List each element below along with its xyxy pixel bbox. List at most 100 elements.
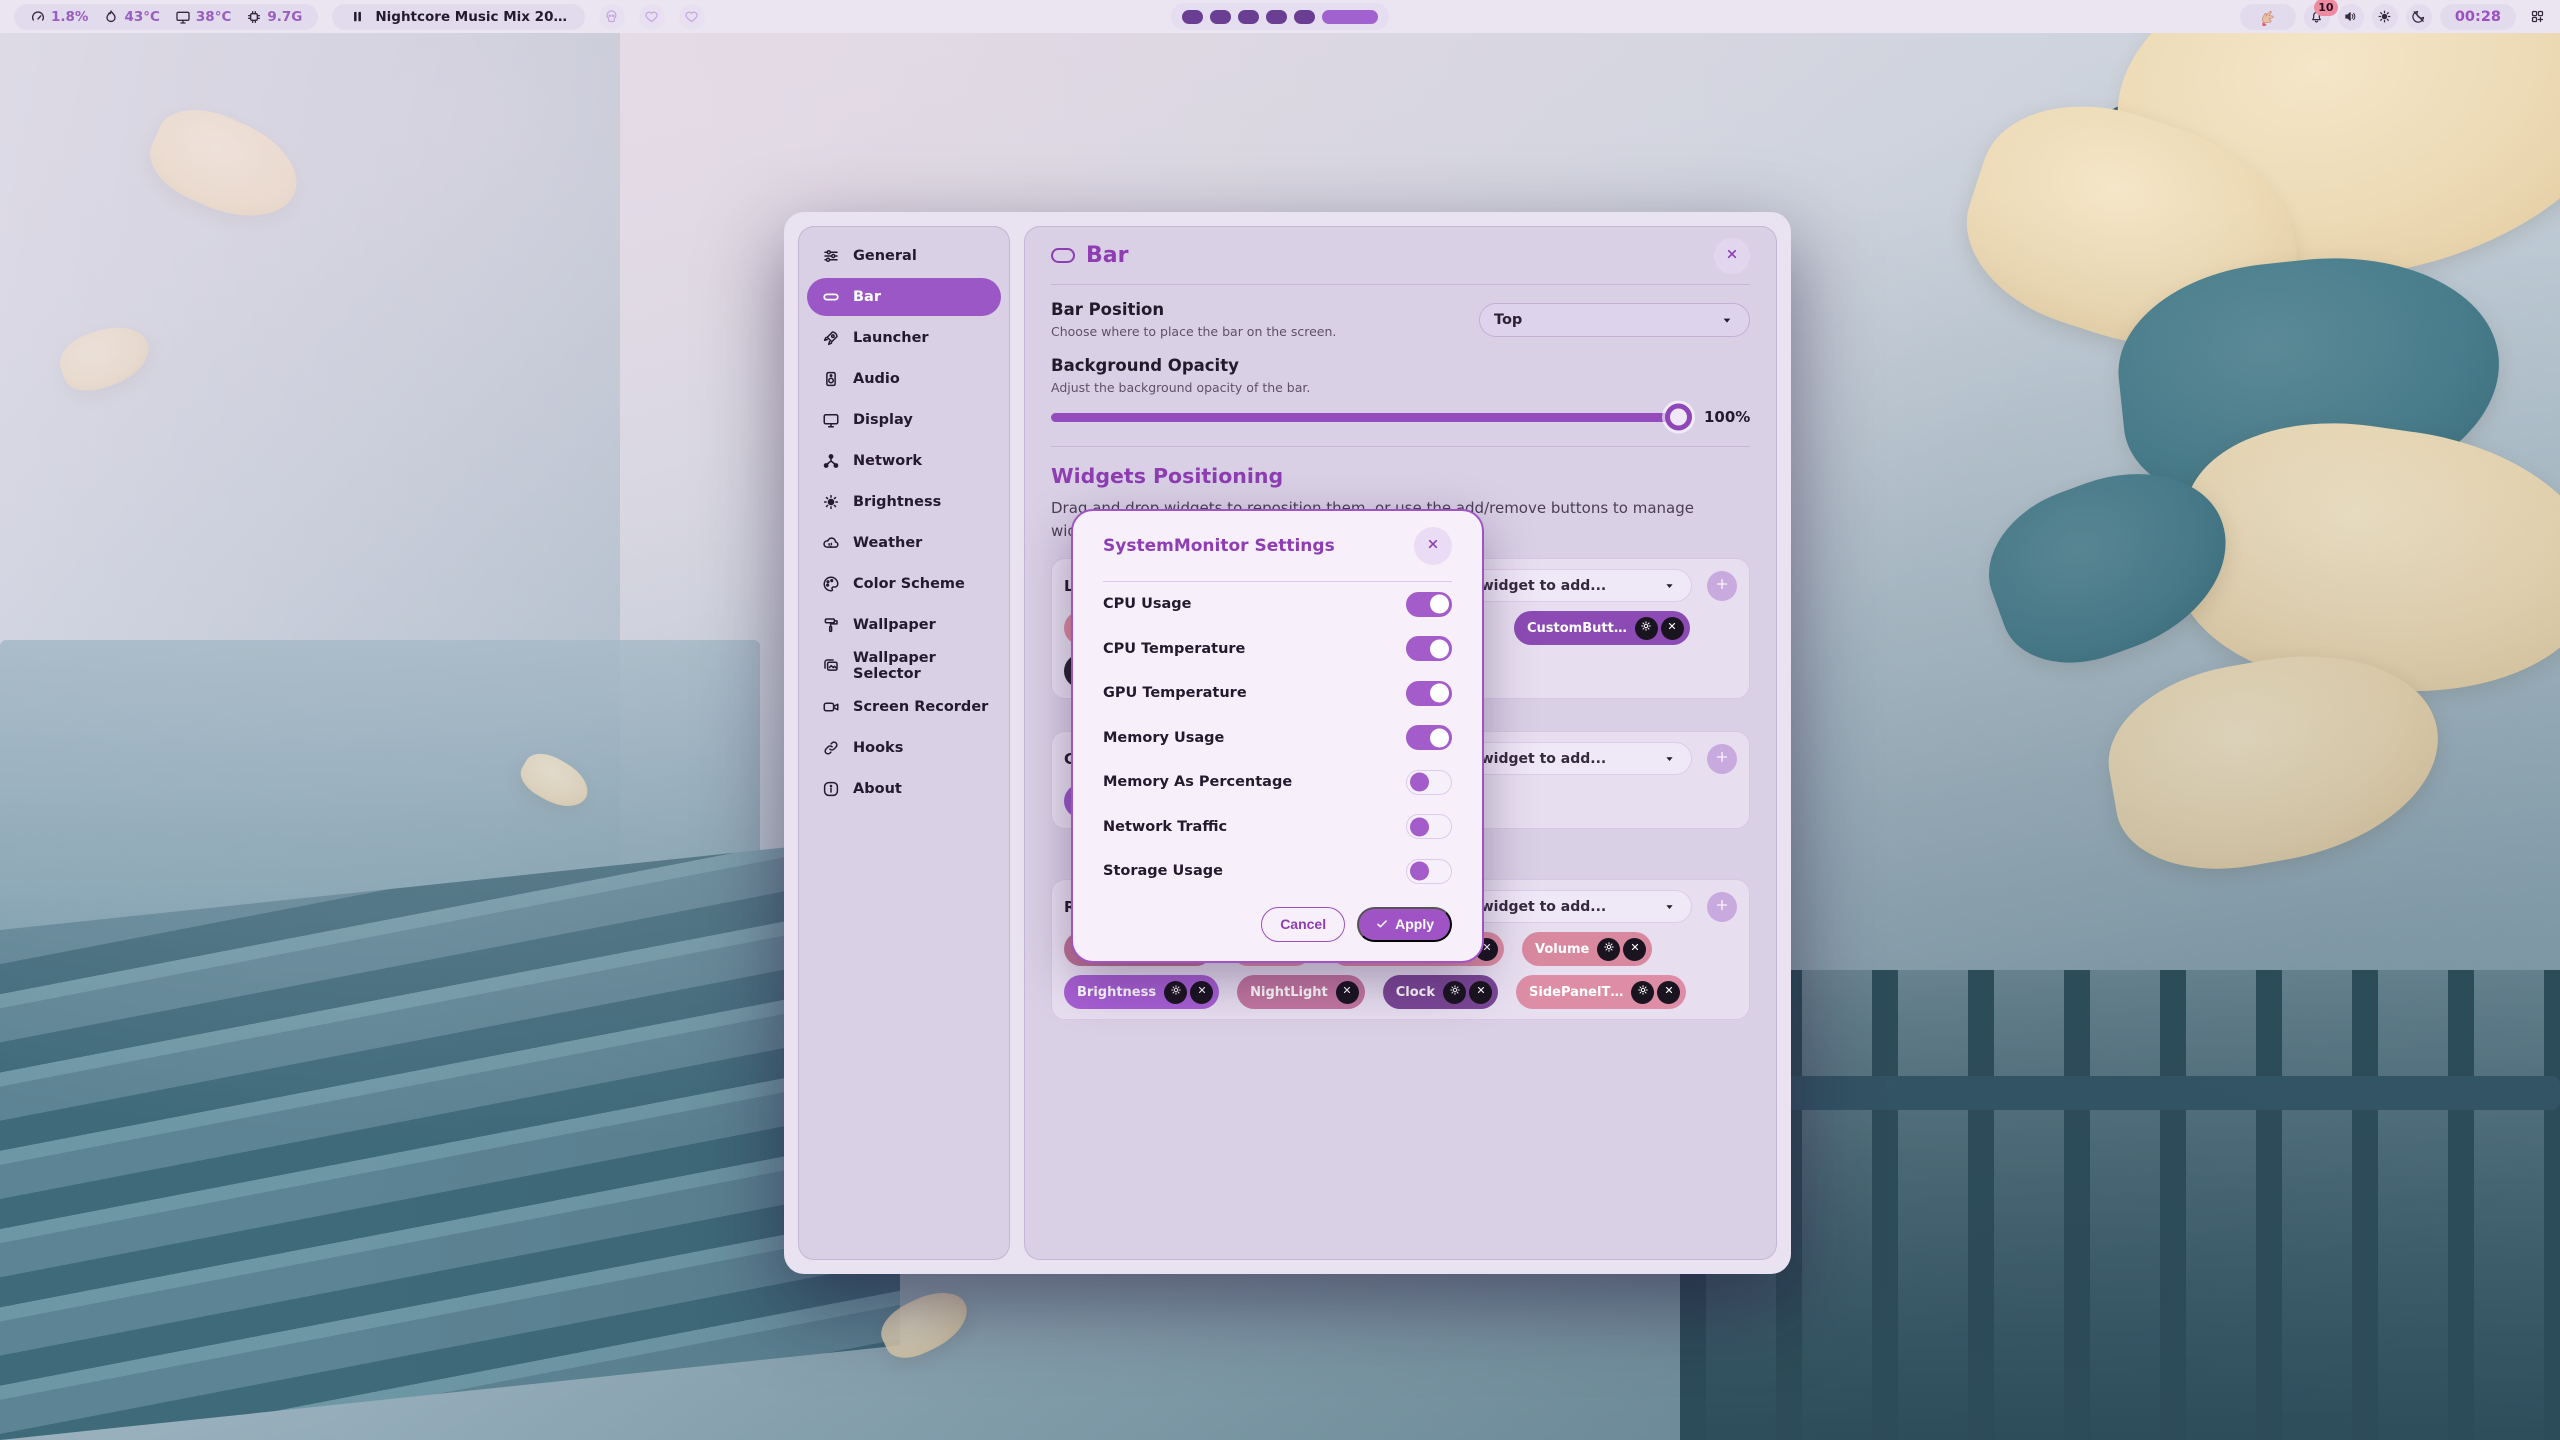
workspace-dot[interactable] <box>1266 10 1287 24</box>
add-widget-button-right[interactable] <box>1707 892 1737 922</box>
widget-chip-label: CustomButt… <box>1527 621 1627 636</box>
workspace-dot[interactable] <box>1182 10 1203 24</box>
night-light-button[interactable] <box>2406 4 2432 30</box>
sidebar-item-display[interactable]: Display <box>807 401 1001 439</box>
bar-position-dropdown[interactable]: Top <box>1479 303 1750 337</box>
apply-button[interactable]: Apply <box>1357 907 1452 942</box>
workspace-indicator[interactable] <box>1171 3 1389 30</box>
widget-settings-icon[interactable] <box>1164 981 1187 1004</box>
tray-app-button[interactable] <box>2240 4 2296 30</box>
pause-icon <box>350 9 365 24</box>
notifications-button[interactable]: 10 <box>2304 4 2330 30</box>
sidebar-item-icon <box>822 288 840 306</box>
memory-stat: 9.7G <box>246 9 302 25</box>
skull-icon <box>604 9 619 24</box>
widget-remove-icon[interactable] <box>1657 981 1680 1004</box>
divider <box>1051 446 1750 447</box>
favorite-button[interactable] <box>639 4 665 30</box>
workspace-dot[interactable] <box>1210 10 1231 24</box>
bar-position-value: Top <box>1494 312 1719 328</box>
workspace-dot[interactable] <box>1322 10 1378 24</box>
workspace-dot[interactable] <box>1294 10 1315 24</box>
system-monitor-widget[interactable]: 1.8% 43°C 38°C 9.7G <box>14 4 318 30</box>
widget-chip-clock[interactable]: Clock <box>1383 975 1498 1009</box>
sidebar-item-about[interactable]: About <box>807 770 1001 808</box>
sidebar-item-label: Hooks <box>853 740 903 756</box>
widget-settings-icon[interactable] <box>1635 617 1658 640</box>
toggle-switch-memory-usage[interactable] <box>1406 725 1452 750</box>
widget-settings-icon[interactable] <box>1597 938 1620 961</box>
sidebar-item-bar[interactable]: Bar <box>807 278 1001 316</box>
sun-icon <box>2377 9 2392 24</box>
clock-widget[interactable]: 00:28 <box>2440 4 2516 30</box>
brightness-button[interactable] <box>2372 4 2398 30</box>
toggle-label: Memory As Percentage <box>1103 774 1292 790</box>
sidebar-item-brightness[interactable]: Brightness <box>807 483 1001 521</box>
sidebar-item-general[interactable]: General <box>807 237 1001 275</box>
media-player-widget[interactable]: Nightcore Music Mix 20… <box>332 4 585 30</box>
toggle-switch-network-traffic[interactable] <box>1406 814 1452 839</box>
widget-chip-label: Volume <box>1535 942 1589 957</box>
sidebar-item-launcher[interactable]: Launcher <box>807 319 1001 357</box>
toggle-switch-memory-as-percentage[interactable] <box>1406 770 1452 795</box>
opacity-slider[interactable] <box>1051 413 1688 422</box>
sidebar-item-icon <box>822 657 840 675</box>
widget-remove-icon[interactable] <box>1661 617 1684 640</box>
bar-position-label: Bar Position <box>1051 300 1336 319</box>
widget-remove-icon[interactable] <box>1190 981 1213 1004</box>
toggle-switch-cpu-usage[interactable] <box>1406 592 1452 617</box>
background-opacity-description: Adjust the background opacity of the bar… <box>1051 380 1750 395</box>
close-icon <box>1629 941 1641 957</box>
sidebar-item-audio[interactable]: Audio <box>807 360 1001 398</box>
close-icon <box>1724 246 1740 266</box>
workspace-dot[interactable] <box>1238 10 1259 24</box>
page-title: Bar <box>1086 243 1703 268</box>
top-bar-left: 1.8% 43°C 38°C 9.7G Nightcore Music Mix … <box>14 0 705 33</box>
widget-chip-nightlight[interactable]: NightLight <box>1237 975 1365 1009</box>
sidebar-item-wallpaper-selector[interactable]: Wallpaper Selector <box>807 647 1001 685</box>
toggle-list: CPU Usage CPU Temperature GPU Temperatur… <box>1103 582 1452 894</box>
widget-chip-brightness[interactable]: Brightness <box>1064 975 1219 1009</box>
opacity-slider-handle[interactable] <box>1665 404 1692 431</box>
chevron-down-icon <box>1719 312 1735 328</box>
sidebar-item-icon <box>822 780 840 798</box>
cancel-button[interactable]: Cancel <box>1261 907 1345 942</box>
sidebar-item-hooks[interactable]: Hooks <box>807 729 1001 767</box>
toggle-switch-storage-usage[interactable] <box>1406 859 1452 884</box>
widget-chip-custombutt[interactable]: CustomButt… <box>1514 611 1690 645</box>
toggle-switch-cpu-temperature[interactable] <box>1406 636 1452 661</box>
gpu-temp-stat: 38°C <box>175 9 231 25</box>
widget-remove-icon[interactable] <box>1336 981 1359 1004</box>
sidebar-item-icon <box>822 329 840 347</box>
dashboard-button[interactable] <box>2524 4 2550 30</box>
sidebar-item-network[interactable]: Network <box>807 442 1001 480</box>
sidebar-item-label: Color Scheme <box>853 576 965 592</box>
add-widget-button-left[interactable] <box>1707 571 1737 601</box>
sidebar-item-wallpaper[interactable]: Wallpaper <box>807 606 1001 644</box>
favorite-button-2[interactable] <box>679 4 705 30</box>
sidebar-item-weather[interactable]: Weather <box>807 524 1001 562</box>
background-opacity-setting: Background Opacity Adjust the background… <box>1051 356 1750 426</box>
sidebar-item-icon <box>822 411 840 429</box>
sidebar-item-screen-recorder[interactable]: Screen Recorder <box>807 688 1001 726</box>
widget-settings-icon[interactable] <box>1631 981 1654 1004</box>
widget-chip-volume[interactable]: Volume <box>1522 932 1652 966</box>
volume-button[interactable] <box>2338 4 2364 30</box>
clock-value: 00:28 <box>2455 9 2501 25</box>
skull-button[interactable] <box>599 4 625 30</box>
toggle-row: CPU Temperature <box>1103 627 1452 672</box>
toggle-switch-gpu-temperature[interactable] <box>1406 681 1452 706</box>
window-close-button[interactable] <box>1714 238 1750 274</box>
add-widget-button-center[interactable] <box>1707 744 1737 774</box>
widget-remove-icon[interactable] <box>1469 981 1492 1004</box>
widget-chip-sidepanelt[interactable]: SidePanelT… <box>1516 975 1686 1009</box>
widget-remove-icon[interactable] <box>1623 938 1646 961</box>
dialog-close-button[interactable] <box>1414 527 1452 565</box>
sidebar-item-icon <box>822 739 840 757</box>
sidebar-item-color-scheme[interactable]: Color Scheme <box>807 565 1001 603</box>
cpu-usage-stat: 1.8% <box>30 9 88 25</box>
sidebar-item-icon <box>822 698 840 716</box>
toggle-label: Memory Usage <box>1103 730 1224 746</box>
gpu-temp-value: 38°C <box>196 9 231 25</box>
widget-settings-icon[interactable] <box>1443 981 1466 1004</box>
